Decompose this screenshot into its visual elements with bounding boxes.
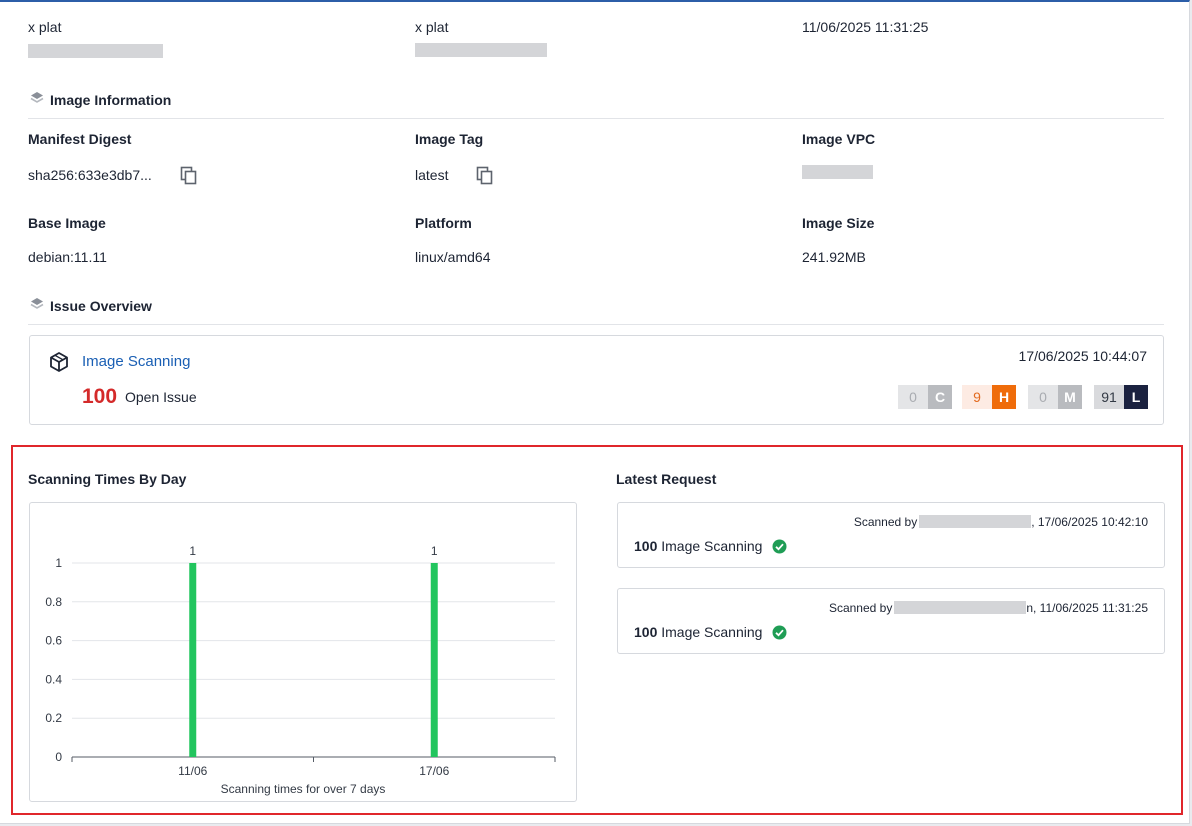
y-tick-label: 0.6 (45, 634, 62, 648)
success-check-icon (772, 625, 787, 640)
layers-icon (30, 298, 44, 309)
divider (28, 324, 1164, 325)
image-size-label: Image Size (802, 215, 875, 231)
success-check-icon (772, 539, 787, 554)
copy-icon[interactable] (180, 166, 198, 186)
scanned-by-line: Scanned by , 17/06/2025 10:42:10 (854, 515, 1148, 529)
scanning-bar-chart: 0 0.2 0.4 0.6 0.8 1 1 11/06 1 17/06 (45, 544, 556, 778)
request-count: 100 (634, 624, 658, 640)
request-card: Scanned by , 17/06/2025 10:42:10 100 Imag… (617, 502, 1165, 568)
severity-count: 0 (1028, 385, 1058, 409)
scanned-by-label: Scanned by (853, 515, 918, 529)
layers-icon (30, 92, 44, 103)
chart-caption: Scanning times for over 7 days (220, 782, 386, 796)
redacted-value (415, 43, 547, 57)
box-icon (50, 352, 68, 372)
scan-timestamp: 17/06/2025 10:44:07 (1018, 348, 1147, 364)
image-scanning-card: Image Scanning 100 Open Issue 17/06/2025… (29, 335, 1164, 425)
scanned-time: , 17/06/2025 10:42:10 (1031, 515, 1148, 529)
y-tick-label: 0 (55, 750, 62, 764)
platform-value: linux/amd64 (415, 249, 491, 265)
image-size-value: 241.92MB (802, 249, 866, 265)
issue-overview-title: Issue Overview (50, 298, 152, 314)
y-tick-label: 0.2 (45, 711, 62, 725)
bar-data-label: 1 (189, 544, 196, 558)
image-detail-panel: x plat x plat 11/06/2025 11:31:25 Image … (0, 0, 1190, 824)
y-tick-label: 0.4 (45, 672, 62, 686)
bar (430, 563, 438, 757)
top-col2-value: x plat (415, 19, 449, 35)
y-tick-label: 1 (55, 556, 62, 570)
divider (28, 118, 1164, 119)
image-tag-label: Image Tag (415, 131, 484, 147)
scanned-by-label: Scanned by (828, 601, 893, 615)
request-label: Image Scanning (661, 624, 763, 640)
scanning-times-title: Scanning Times By Day (28, 471, 187, 487)
copy-icon[interactable] (476, 166, 494, 186)
severity-count: 91 (1094, 385, 1124, 409)
severity-letter: L (1124, 385, 1148, 409)
redacted-value (28, 44, 163, 58)
request-label: Image Scanning (661, 538, 763, 554)
bar-data-label: 1 (431, 544, 438, 558)
base-image-label: Base Image (28, 215, 106, 231)
x-tick-label: 17/06 (419, 764, 449, 778)
base-image-value: debian:11.11 (28, 249, 107, 265)
image-tag-value: latest (415, 167, 449, 183)
severity-letter: M (1058, 385, 1082, 409)
x-tick-label: 11/06 (178, 764, 207, 778)
top-col3-value: 11/06/2025 11:31:25 (802, 19, 929, 35)
severity-count: 9 (962, 385, 992, 409)
manifest-digest-value: sha256:633e3db7... (28, 167, 152, 183)
open-issue-count: 100 (82, 385, 118, 408)
request-summary: 100 Image Scanning (634, 538, 762, 554)
scanned-time: n, 11/06/2025 11:31:25 (1026, 601, 1148, 615)
y-tick-label: 0.8 (45, 595, 62, 609)
redacted-user (919, 515, 1032, 528)
redacted-value (802, 165, 873, 179)
redacted-user (894, 601, 1027, 614)
platform-label: Platform (415, 215, 472, 231)
severity-count: 0 (898, 385, 928, 409)
request-card: Scanned by n, 11/06/2025 11:31:25 100 Ima… (617, 588, 1165, 654)
chart-card: 0 0.2 0.4 0.6 0.8 1 1 11/06 1 17/06 Scanning time… (29, 502, 577, 802)
latest-request-title: Latest Request (616, 471, 717, 487)
open-issue-label: Open Issue (125, 389, 197, 405)
manifest-digest-label: Manifest Digest (28, 131, 132, 147)
image-information-title: Image Information (50, 92, 172, 108)
image-scanning-link[interactable]: Image Scanning (82, 353, 190, 370)
image-vpc-label: Image VPC (802, 131, 876, 147)
bar (189, 563, 197, 757)
severity-letter: C (928, 385, 952, 409)
request-count: 100 (634, 538, 658, 554)
severity-letter: H (992, 385, 1016, 409)
scanned-by-line: Scanned by n, 11/06/2025 11:31:25 (829, 601, 1148, 615)
request-summary: 100 Image Scanning (634, 624, 762, 640)
top-col1-value: x plat (28, 19, 62, 35)
